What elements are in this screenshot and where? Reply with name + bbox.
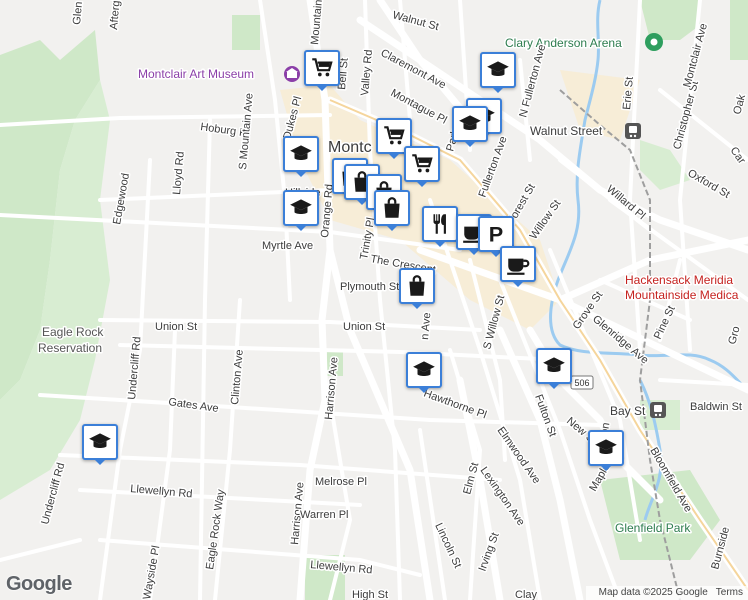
graduation-cap-icon	[290, 145, 312, 160]
place-label-walnut-street-station[interactable]: Walnut Street	[529, 123, 605, 140]
street-label: Glen	[71, 1, 85, 25]
street-label: n Ave	[419, 312, 433, 340]
place-label-bay-st-station[interactable]: Bay St	[609, 403, 648, 420]
graduation-cap-icon	[89, 433, 111, 448]
shopping-cart-icon	[312, 58, 333, 77]
graduation-cap-icon	[543, 357, 565, 372]
restaurant-icon	[433, 214, 446, 234]
place-label-clary-anderson-arena[interactable]: Clary Anderson Arena	[504, 35, 624, 52]
map-marker-shopping[interactable]	[304, 50, 340, 91]
map-marker-store[interactable]	[399, 268, 435, 309]
coffee-icon	[507, 258, 530, 275]
map-marker-cafe[interactable]	[500, 246, 536, 287]
place-label-hospital-line1[interactable]: Hackensack Meridia	[624, 272, 735, 289]
map-marker-school[interactable]	[82, 424, 118, 465]
place-label-eagle-rock-line1[interactable]: Eagle Rock	[41, 324, 106, 341]
train-station-icon	[625, 123, 641, 139]
map-marker-school[interactable]	[283, 136, 319, 177]
map-marker-school[interactable]	[588, 430, 624, 471]
place-label-montclair[interactable]: Montc	[327, 138, 374, 158]
street-label: Myrtle Ave	[262, 240, 313, 252]
shopping-cart-icon	[412, 154, 433, 173]
street-label: Melrose Pl	[315, 476, 367, 488]
shopping-bag-icon	[384, 197, 400, 218]
map-data-text: Map data ©2025 Google	[598, 587, 708, 598]
graduation-cap-icon	[290, 199, 312, 214]
map-marker-store[interactable]	[374, 190, 410, 231]
map-marker-restaurant[interactable]	[422, 206, 458, 247]
route-shield-label: 506	[574, 378, 589, 388]
svg-text:P: P	[489, 222, 503, 247]
graduation-cap-icon	[459, 115, 481, 130]
graduation-cap-icon	[595, 439, 617, 454]
arena-pin-icon	[645, 33, 663, 51]
street-label: Warren Pl	[300, 509, 349, 521]
graduation-cap-icon	[413, 361, 435, 376]
map-attribution: Map data ©2025 Google Terms	[585, 586, 748, 600]
parking-icon: P	[489, 222, 503, 247]
place-label-hospital-line2[interactable]: Mountainside Medica	[624, 287, 741, 304]
map-marker-shopping[interactable]	[404, 146, 440, 187]
street-label: High St	[352, 589, 388, 600]
map-canvas[interactable]: Montclair Art Museum Clary Anderson Aren…	[0, 0, 748, 600]
route-shield-506: 506	[570, 375, 594, 390]
map-marker-school[interactable]	[536, 348, 572, 389]
google-logo: Google	[6, 573, 72, 595]
street-label: Union St	[343, 321, 385, 333]
place-label-glenfield-park[interactable]: Glenfield Park	[614, 520, 693, 537]
map-marker-school[interactable]	[452, 106, 488, 147]
shopping-cart-icon	[384, 126, 405, 145]
place-label-montclair-art-museum[interactable]: Montclair Art Museum	[137, 66, 256, 83]
street-label: Union St	[155, 321, 197, 333]
place-label-eagle-rock-line2[interactable]: Reservation	[37, 340, 104, 357]
graduation-cap-icon	[487, 61, 509, 76]
terms-link[interactable]: Terms	[716, 587, 743, 598]
street-label: Baldwin St	[690, 401, 742, 413]
map-marker-school[interactable]	[480, 52, 516, 93]
map-base-layer: Montclair Art Museum Clary Anderson Aren…	[0, 0, 748, 600]
map-marker-school[interactable]	[406, 352, 442, 393]
map-marker-school[interactable]	[283, 190, 319, 231]
street-label: Clay	[515, 589, 538, 600]
train-station-icon	[650, 402, 666, 418]
street-label: Plymouth St	[340, 281, 399, 293]
shopping-bag-icon	[409, 275, 425, 296]
museum-icon	[284, 66, 300, 82]
